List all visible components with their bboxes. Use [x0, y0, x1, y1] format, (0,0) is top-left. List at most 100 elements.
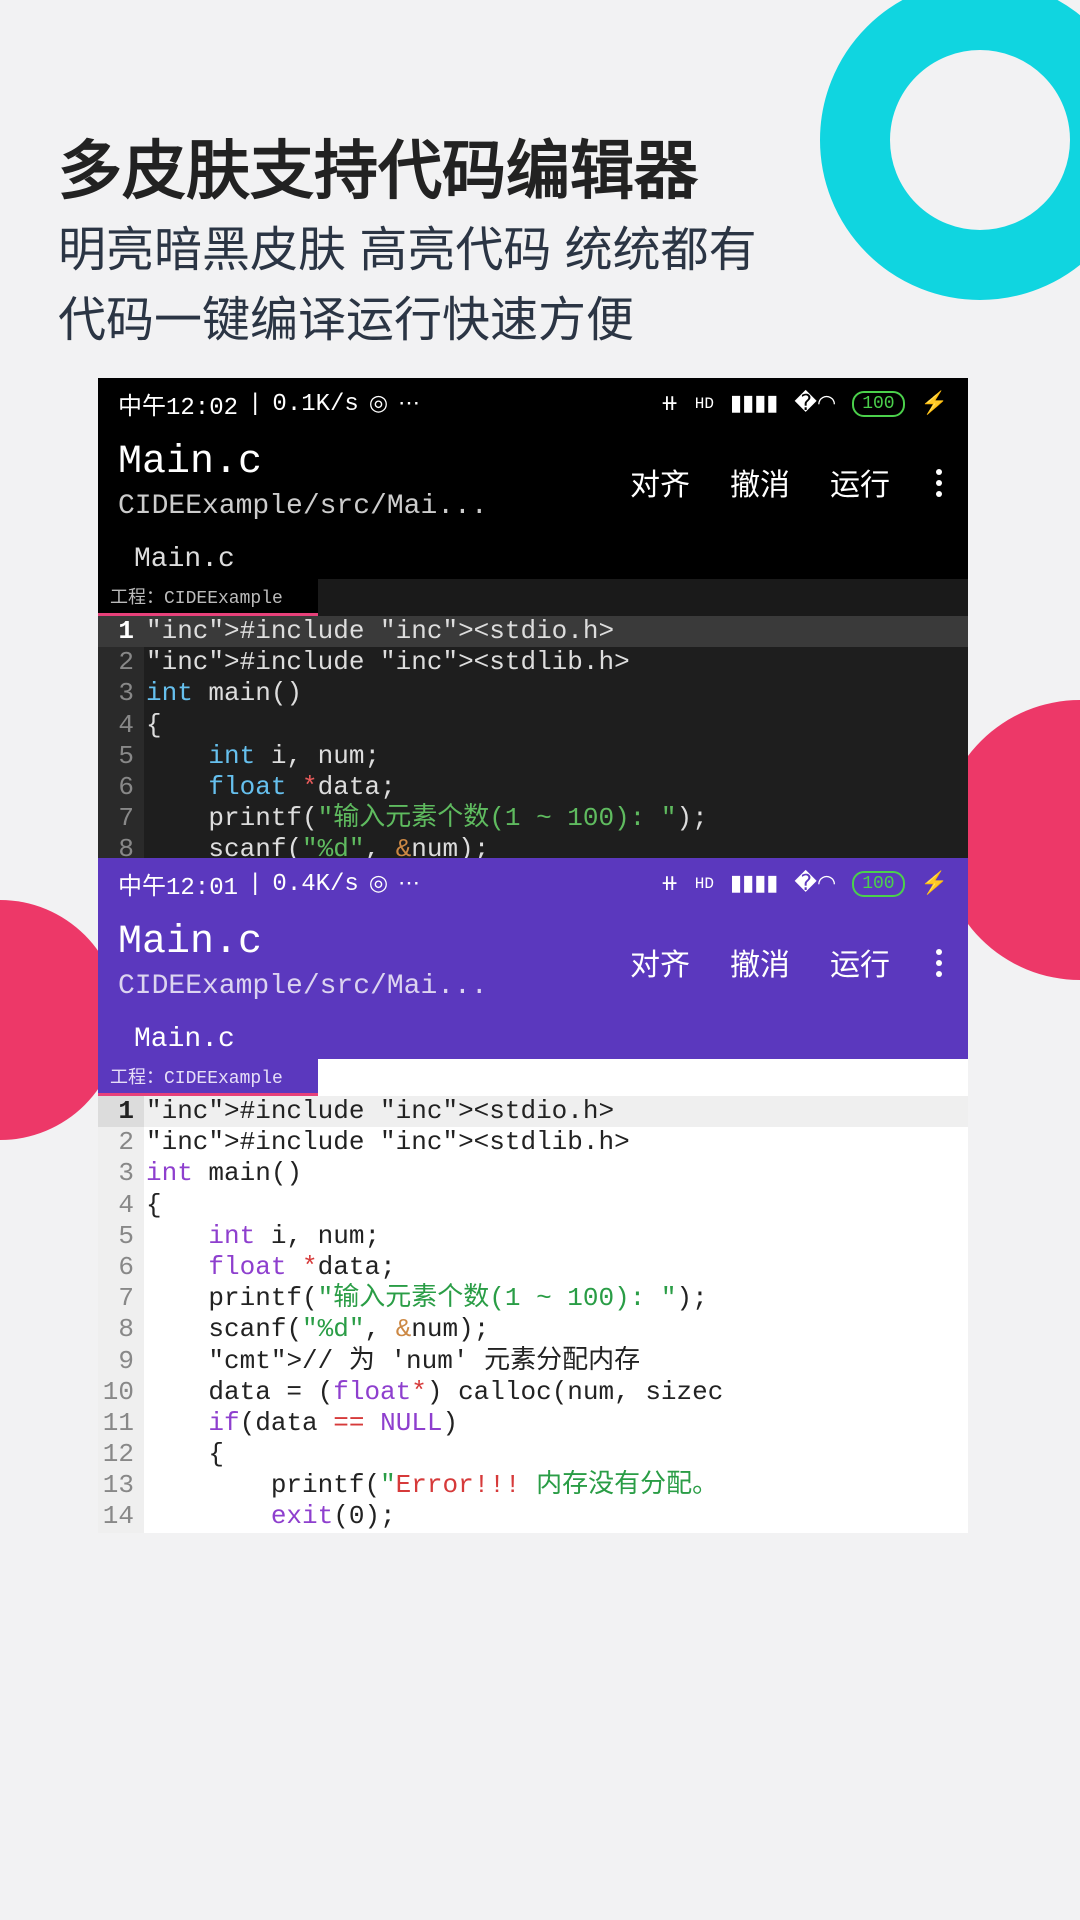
code-content[interactable]: scanf("%d", &num); [144, 1314, 968, 1345]
more-status-icon: ⋯ [398, 871, 420, 897]
line-number: 1 [98, 1096, 144, 1127]
line-number: 12 [98, 1439, 144, 1470]
code-content[interactable]: printf("输入元素个数(1 ~ 100): "); [144, 1283, 968, 1314]
code-content[interactable]: int main() [144, 678, 968, 709]
run-button[interactable]: 运行 [830, 940, 890, 985]
line-number: 2 [98, 1127, 144, 1158]
line-number: 5 [98, 1221, 144, 1252]
line-number: 11 [98, 1408, 144, 1439]
line-number: 13 [98, 1470, 144, 1501]
align-button[interactable]: 对齐 [630, 940, 690, 985]
code-content[interactable]: printf("输入元素个数(1 ~ 100): "); [144, 803, 968, 834]
tab-file[interactable]: Main.c [134, 544, 235, 579]
more-status-icon: ⋯ [398, 391, 420, 417]
line-number: 14 [98, 1501, 144, 1532]
wifi-icon: �◠ [794, 871, 836, 897]
code-content[interactable]: int i, num; [144, 741, 968, 772]
no-disturb-icon: ◎ [369, 871, 388, 897]
code-line[interactable]: 1"inc">#include "inc"><stdio.h> [98, 616, 968, 647]
code-content[interactable]: "cmt">// 为 'num' 元素分配内存 [144, 1346, 968, 1377]
code-line[interactable]: 5 int i, num; [98, 741, 968, 772]
wifi-icon: �◠ [794, 391, 836, 417]
code-line[interactable]: 2"inc">#include "inc"><stdlib.h> [98, 647, 968, 678]
line-number: 6 [98, 1252, 144, 1283]
hero-headline: 多皮肤支持代码编辑器 [58, 120, 698, 212]
code-content[interactable]: { [144, 1439, 968, 1470]
code-content[interactable]: float *data; [144, 772, 968, 803]
line-number: 8 [98, 1314, 144, 1345]
run-button[interactable]: 运行 [830, 460, 890, 505]
more-menu-icon[interactable] [930, 949, 948, 977]
battery-icon: 100 [852, 871, 904, 897]
app-bar: Main.c CIDEExample/src/Mai... 对齐 撤消 运行 [98, 910, 968, 1016]
app-bar: Main.c CIDEExample/src/Mai... 对齐 撤消 运行 [98, 430, 968, 536]
code-line[interactable]: 4{ [98, 1190, 968, 1221]
bluetooth-icon: ⧺ [660, 391, 678, 417]
code-content[interactable]: { [144, 710, 968, 741]
hd-icon: HD [695, 395, 714, 413]
code-content[interactable]: exit(0); [144, 1501, 968, 1532]
code-line[interactable]: 11 if(data == NULL) [98, 1408, 968, 1439]
battery-icon: 100 [852, 391, 904, 417]
code-line[interactable]: 1"inc">#include "inc"><stdio.h> [98, 1096, 968, 1127]
status-time: 中午12:01 [118, 866, 238, 902]
code-line[interactable]: 13 printf("Error!!! 内存没有分配。 [98, 1470, 968, 1501]
code-line[interactable]: 2"inc">#include "inc"><stdlib.h> [98, 1127, 968, 1158]
undo-button[interactable]: 撤消 [730, 460, 790, 505]
code-line[interactable]: 6 float *data; [98, 1252, 968, 1283]
file-title: Main.c [118, 920, 630, 965]
line-number: 2 [98, 647, 144, 678]
charge-icon: ⚡ [921, 391, 948, 417]
code-content[interactable]: printf("Error!!! 内存没有分配。 [144, 1470, 968, 1501]
code-line[interactable]: 4{ [98, 710, 968, 741]
code-content[interactable]: int main() [144, 1158, 968, 1189]
project-label: 工程：CIDEExample [98, 1059, 318, 1096]
code-line[interactable]: 9 "cmt">// 为 'num' 元素分配内存 [98, 1346, 968, 1377]
status-separator: | [248, 391, 262, 418]
more-menu-icon[interactable] [930, 469, 948, 497]
line-number: 10 [98, 1377, 144, 1408]
undo-button[interactable]: 撤消 [730, 940, 790, 985]
align-button[interactable]: 对齐 [630, 460, 690, 505]
code-content[interactable]: if(data == NULL) [144, 1408, 968, 1439]
line-number: 7 [98, 1283, 144, 1314]
code-content[interactable]: "inc">#include "inc"><stdlib.h> [144, 647, 968, 678]
line-number: 3 [98, 678, 144, 709]
file-path: CIDEExample/src/Mai... [118, 491, 630, 522]
code-line[interactable]: 12 { [98, 1439, 968, 1470]
code-line[interactable]: 8 scanf("%d", &num); [98, 1314, 968, 1345]
code-content[interactable]: "inc">#include "inc"><stdio.h> [144, 616, 968, 647]
status-separator: | [248, 871, 262, 898]
code-line[interactable]: 5 int i, num; [98, 1221, 968, 1252]
line-number: 4 [98, 1190, 144, 1221]
tab-bar: Main.c [98, 1016, 968, 1059]
code-content[interactable]: int i, num; [144, 1221, 968, 1252]
code-line[interactable]: 7 printf("输入元素个数(1 ~ 100): "); [98, 803, 968, 834]
code-editor[interactable]: 1"inc">#include "inc"><stdio.h>2"inc">#i… [98, 1096, 968, 1533]
charge-icon: ⚡ [921, 871, 948, 897]
code-line[interactable]: 14 exit(0); [98, 1501, 968, 1532]
code-content[interactable]: data = (float*) calloc(num, sizec [144, 1377, 968, 1408]
code-line[interactable]: 6 float *data; [98, 772, 968, 803]
status-time: 中午12:02 [118, 386, 238, 422]
signal-icon: ▮▮▮▮ [730, 871, 778, 897]
line-number: 6 [98, 772, 144, 803]
project-label: 工程：CIDEExample [98, 579, 318, 616]
code-line[interactable]: 10 data = (float*) calloc(num, sizec [98, 1377, 968, 1408]
status-bar: 中午12:02 | 0.1K/s ◎ ⋯ ⧺ HD ▮▮▮▮ �◠ 100 ⚡ [98, 378, 968, 430]
tab-file[interactable]: Main.c [134, 1024, 235, 1059]
code-content[interactable]: { [144, 1190, 968, 1221]
bluetooth-icon: ⧺ [660, 871, 678, 897]
status-network-speed: 0.1K/s [272, 391, 358, 418]
line-number: 5 [98, 741, 144, 772]
code-line[interactable]: 7 printf("输入元素个数(1 ~ 100): "); [98, 1283, 968, 1314]
signal-icon: ▮▮▮▮ [730, 391, 778, 417]
line-number: 1 [98, 616, 144, 647]
code-content[interactable]: float *data; [144, 1252, 968, 1283]
code-content[interactable]: "inc">#include "inc"><stdlib.h> [144, 1127, 968, 1158]
code-line[interactable]: 3int main() [98, 1158, 968, 1189]
code-line[interactable]: 3int main() [98, 678, 968, 709]
no-disturb-icon: ◎ [369, 391, 388, 417]
code-content[interactable]: "inc">#include "inc"><stdio.h> [144, 1096, 968, 1127]
line-number: 9 [98, 1346, 144, 1377]
